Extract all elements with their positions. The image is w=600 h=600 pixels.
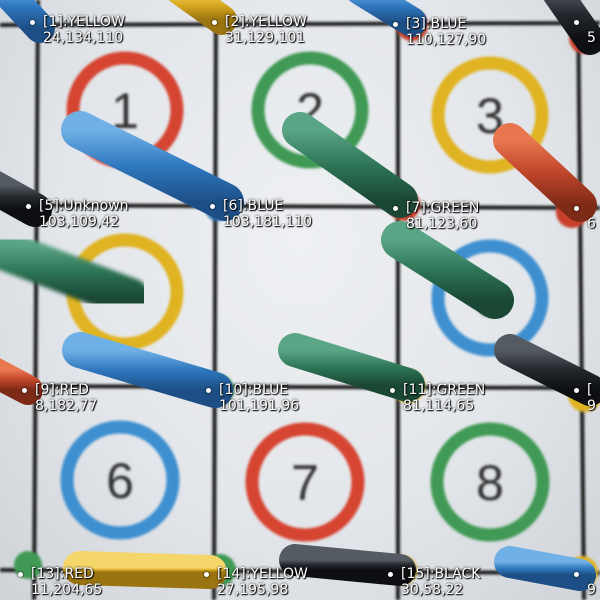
detection-rgb: 103,181,110 bbox=[223, 214, 313, 230]
detection-point-icon bbox=[204, 571, 209, 577]
grid-line-v4 bbox=[576, 0, 586, 600]
detection-label-1: [1]:YELLOW 24,134,110 bbox=[30, 14, 125, 46]
detection-point-icon bbox=[212, 19, 217, 25]
detection-rgb: 31,129,101 bbox=[225, 30, 306, 46]
detection-label-8-clipped: 6 bbox=[574, 200, 596, 232]
detection-label-9: [9]:RED 8,182,77 bbox=[22, 382, 97, 414]
detection-label-16-clipped: 9 bbox=[574, 566, 596, 598]
detection-id: [1]:YELLOW bbox=[43, 14, 125, 30]
detection-point-icon bbox=[388, 571, 393, 577]
detection-id: [13]:RED bbox=[31, 566, 94, 582]
detection-rgb: 110,127,90 bbox=[406, 32, 487, 48]
circle-6-number: 6 bbox=[106, 453, 134, 509]
detection-point-icon bbox=[22, 387, 27, 393]
detection-point-icon bbox=[393, 21, 398, 27]
detection-label-11: [11]:GREEN 81,114,65 bbox=[390, 382, 485, 414]
detection-label-6: [6]:BLUE 103,181,110 bbox=[210, 198, 312, 230]
detection-rgb: 27,195,98 bbox=[217, 582, 289, 598]
stick-green-11 bbox=[278, 333, 425, 402]
detection-rgb: 30,58,22 bbox=[401, 582, 464, 598]
detection-id: [9]:RED bbox=[35, 382, 89, 398]
detection-id: [3]:BLUE bbox=[406, 16, 467, 32]
detection-point-icon bbox=[393, 205, 398, 211]
circle-6: 6 bbox=[60, 420, 180, 540]
detection-point-icon bbox=[390, 387, 395, 393]
detection-rgb: 9 bbox=[587, 582, 596, 598]
detection-id: [7]:GREEN bbox=[406, 200, 480, 216]
detection-point-icon bbox=[206, 387, 211, 393]
detection-label-13: [13]:RED 11,204,65 bbox=[18, 566, 102, 598]
detection-rgb: 9 bbox=[587, 398, 596, 414]
detection-rgb: 103,109,42 bbox=[39, 214, 120, 230]
detection-rgb: 81,123,60 bbox=[406, 216, 478, 232]
game-board: 1 2 3 5 6 7 8 bbox=[0, 0, 600, 600]
detection-id: [10]:BLUE bbox=[219, 382, 289, 398]
detection-label-10: [10]:BLUE 101,191,96 bbox=[206, 382, 299, 414]
grid-line-v2 bbox=[212, 0, 218, 600]
detection-rgb: 11,204,65 bbox=[31, 582, 103, 598]
detection-rgb: 81,114,65 bbox=[403, 398, 475, 414]
stick-green-5 bbox=[0, 227, 150, 318]
stick-blue-6 bbox=[61, 111, 244, 221]
detection-id: [15]:BLACK bbox=[401, 566, 481, 582]
detection-label-14: [14]:YELLOW 27,195,98 bbox=[204, 566, 308, 598]
detection-point-icon bbox=[18, 571, 23, 577]
detection-point-icon bbox=[574, 387, 579, 393]
detection-id: [ bbox=[587, 382, 593, 398]
detection-rgb: 5 bbox=[587, 30, 596, 46]
camera-view: 1 2 3 5 6 7 8 [1]:YELLOW 24,134,110 [2]:… bbox=[0, 0, 600, 600]
detection-rgb: 24,134,110 bbox=[43, 30, 124, 46]
circle-7-number: 7 bbox=[291, 455, 319, 511]
detection-label-15: [15]:BLACK 30,58,22 bbox=[388, 566, 480, 598]
detection-id: [2]:YELLOW bbox=[225, 14, 307, 30]
detection-label-12-clipped: [9 bbox=[574, 382, 596, 414]
stick-blue-16 bbox=[494, 546, 596, 591]
detection-point-icon bbox=[574, 205, 579, 211]
detection-point-icon bbox=[210, 203, 215, 209]
circle-8: 8 bbox=[430, 422, 550, 542]
detection-label-4-clipped: 5 bbox=[574, 14, 596, 46]
detection-label-5: [5]:Unknown 103,109,42 bbox=[26, 198, 129, 230]
detection-rgb: 8,182,77 bbox=[35, 398, 98, 414]
detection-label-3: [3]:BLUE 110,127,90 bbox=[393, 16, 486, 48]
detection-id: [6]:BLUE bbox=[223, 198, 284, 214]
circle-8-number: 8 bbox=[476, 455, 504, 511]
detection-rgb: 101,191,96 bbox=[219, 398, 300, 414]
circle-7: 7 bbox=[245, 422, 365, 542]
detection-rgb: 6 bbox=[587, 216, 596, 232]
detection-id: [5]:Unknown bbox=[39, 198, 129, 214]
stick-blue-10 bbox=[62, 332, 233, 408]
stick-red-8 bbox=[493, 123, 597, 222]
detection-id: [11]:GREEN bbox=[403, 382, 486, 398]
detection-point-icon bbox=[574, 19, 579, 25]
grid-line-v1 bbox=[32, 0, 40, 600]
stick-black-15 bbox=[279, 544, 416, 586]
detection-point-icon bbox=[30, 19, 35, 25]
detection-id: [14]:YELLOW bbox=[217, 566, 308, 582]
detection-label-2: [2]:YELLOW 31,129,101 bbox=[212, 14, 307, 46]
detection-label-7: [7]:GREEN 81,123,60 bbox=[393, 200, 479, 232]
detection-point-icon bbox=[26, 203, 31, 209]
detection-point-icon bbox=[574, 571, 579, 577]
